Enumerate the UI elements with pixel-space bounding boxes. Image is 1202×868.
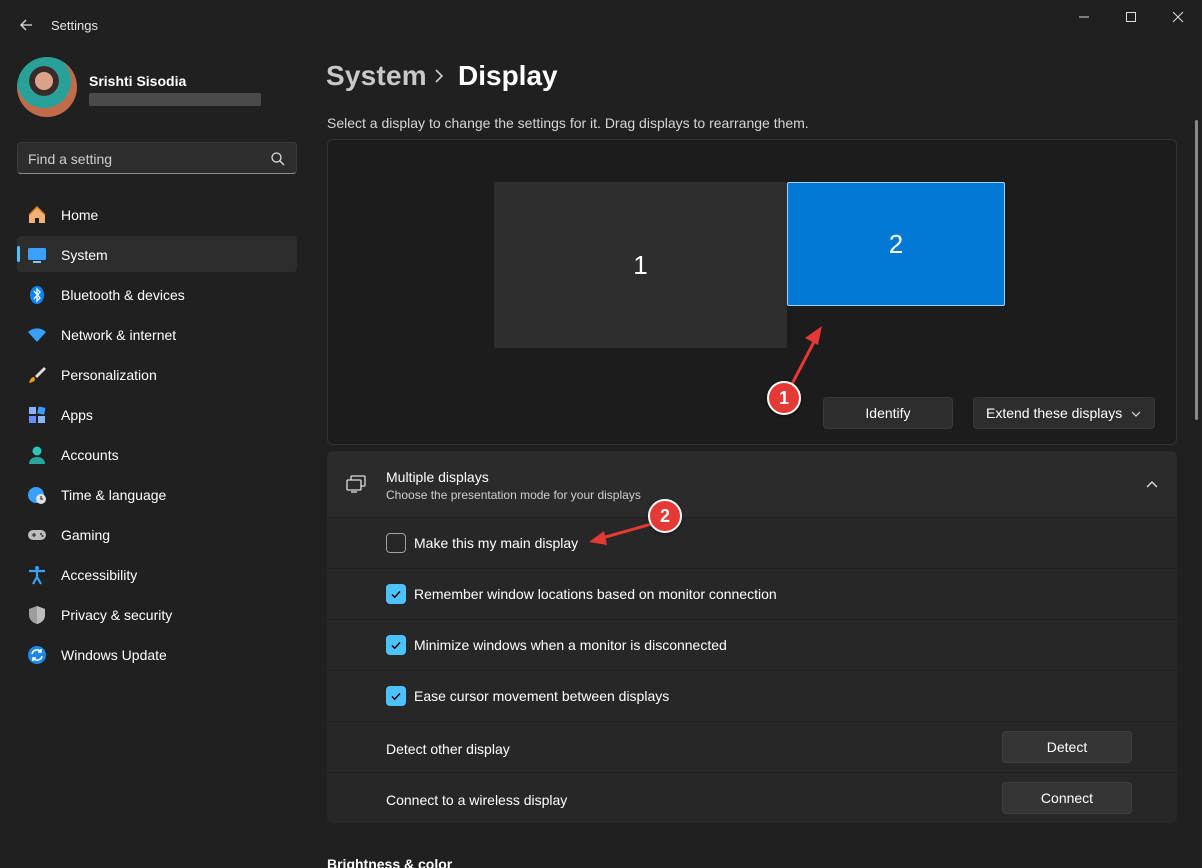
ease-cursor-checkbox[interactable] — [386, 686, 406, 706]
option-row-ease-cursor: Ease cursor movement between displays — [327, 671, 1177, 721]
multiple-displays-subtitle: Choose the presentation mode for your di… — [386, 488, 641, 502]
detect-display-row: Detect other display Detect — [327, 722, 1177, 772]
user-email-redacted — [89, 93, 261, 106]
avatar[interactable] — [17, 57, 77, 117]
minimize-windows-checkbox[interactable] — [386, 635, 406, 655]
close-icon — [1172, 11, 1184, 23]
update-icon — [28, 646, 46, 664]
connect-button[interactable]: Connect — [1002, 782, 1132, 814]
option-row-minimize-windows: Minimize windows when a monitor is disco… — [327, 620, 1177, 670]
minimize-icon — [1079, 16, 1089, 18]
back-arrow-icon — [20, 19, 32, 31]
checkmark-icon — [391, 693, 401, 701]
maximize-button[interactable] — [1108, 0, 1154, 34]
wireless-display-label: Connect to a wireless display — [386, 792, 568, 808]
search-icon[interactable] — [270, 151, 286, 167]
identify-button[interactable]: Identify — [823, 397, 953, 429]
option-label: Ease cursor movement between displays — [414, 688, 670, 704]
wireless-display-row: Connect to a wireless display Connect — [327, 773, 1177, 823]
minimize-button[interactable] — [1061, 0, 1107, 34]
sidebar-item-apps[interactable]: Apps — [17, 396, 297, 432]
back-button[interactable] — [12, 12, 40, 38]
brush-icon — [29, 367, 46, 383]
breadcrumb-parent[interactable]: System — [326, 60, 427, 92]
sidebar-item-windows-update[interactable]: Windows Update — [17, 636, 297, 672]
sidebar-item-accessibility[interactable]: Accessibility — [17, 556, 297, 592]
wifi-icon — [28, 328, 46, 342]
sidebar-item-network[interactable]: Network & internet — [17, 316, 297, 352]
page-title: Display — [458, 60, 558, 91]
sidebar-item-personalization[interactable]: Personalization — [17, 356, 297, 392]
maximize-icon — [1126, 12, 1136, 22]
option-label: Minimize windows when a monitor is disco… — [414, 637, 727, 653]
multiple-displays-title: Multiple displays — [386, 469, 489, 485]
sidebar-item-accounts[interactable]: Accounts — [17, 436, 297, 472]
account-icon — [29, 446, 45, 464]
scrollbar[interactable] — [1195, 120, 1198, 420]
checkmark-icon — [391, 591, 401, 599]
bluetooth-icon — [30, 286, 44, 304]
sidebar-item-bluetooth[interactable]: Bluetooth & devices — [17, 276, 297, 312]
option-label: Remember window locations based on monit… — [414, 586, 777, 602]
detect-button[interactable]: Detect — [1002, 731, 1132, 763]
sidebar-nav: Home System Bluetooth & devices Network … — [17, 196, 297, 676]
chevron-right-icon — [435, 69, 444, 83]
sidebar-item-privacy[interactable]: Privacy & security — [17, 596, 297, 632]
option-row-remember-locations: Remember window locations based on monit… — [327, 569, 1177, 619]
accessibility-icon — [29, 566, 45, 585]
chevron-down-icon — [1131, 411, 1141, 417]
sidebar-item-gaming[interactable]: Gaming — [17, 516, 297, 552]
display-arrangement-canvas: 1 2 Identify Extend these displays — [327, 139, 1177, 445]
option-label: Make this my main display — [414, 535, 579, 551]
annotation-badge-2: 2 — [648, 499, 682, 533]
system-icon — [28, 248, 46, 263]
home-icon — [28, 205, 46, 223]
globe-clock-icon — [28, 487, 46, 504]
display-mode-value: Extend these displays — [986, 405, 1123, 421]
option-row-main-display: Make this my main display — [327, 518, 1177, 568]
monitor-2-selected[interactable]: 2 — [787, 182, 1005, 306]
display-mode-dropdown[interactable]: Extend these displays — [973, 397, 1155, 429]
monitor-1[interactable]: 1 — [494, 182, 787, 348]
gamepad-icon — [28, 530, 46, 540]
search-placeholder: Find a setting — [28, 151, 113, 167]
sidebar-item-home[interactable]: Home — [17, 196, 297, 232]
checkmark-icon — [391, 642, 401, 650]
main-display-checkbox[interactable] — [386, 533, 406, 553]
detect-display-label: Detect other display — [386, 741, 510, 757]
remember-locations-checkbox[interactable] — [386, 584, 406, 604]
multiple-displays-panel: Multiple displays Choose the presentatio… — [327, 451, 1177, 823]
window-title: Settings — [51, 18, 98, 33]
section-heading-brightness: Brightness & color — [327, 856, 453, 868]
multiple-displays-header[interactable]: Multiple displays Choose the presentatio… — [327, 451, 1177, 517]
chevron-up-icon[interactable] — [1145, 478, 1159, 490]
annotation-badge-1: 1 — [767, 381, 801, 415]
search-input[interactable]: Find a setting — [17, 142, 297, 174]
apps-icon — [29, 406, 46, 423]
shield-icon — [29, 606, 45, 624]
close-button[interactable] — [1155, 0, 1201, 34]
arrangement-hint: Select a display to change the settings … — [327, 115, 809, 131]
multiple-displays-icon — [346, 475, 366, 493]
title-bar: Settings — [0, 0, 1202, 48]
user-name: Srishti Sisodia — [89, 73, 187, 89]
sidebar-item-system[interactable]: System — [17, 236, 297, 272]
sidebar-item-time-language[interactable]: Time & language — [17, 476, 297, 512]
